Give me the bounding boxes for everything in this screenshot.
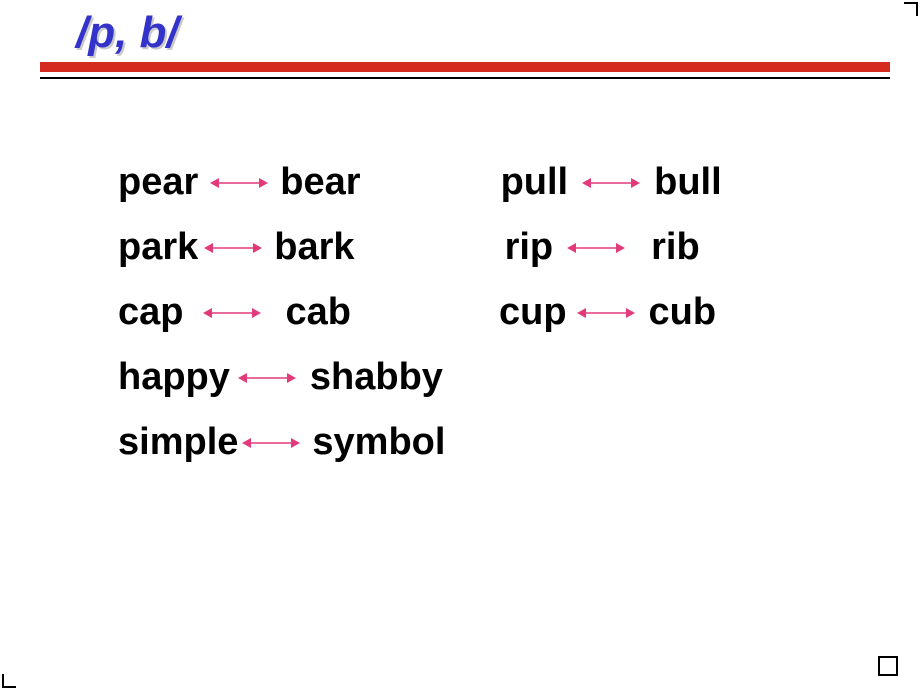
word-left: rip — [505, 226, 554, 269]
word-left: cap — [118, 291, 183, 334]
double-arrow-icon — [582, 175, 640, 191]
corner-marker-bottom-left — [2, 670, 20, 688]
slide-title: /p, b/ — [76, 8, 179, 58]
word-right: shabby — [310, 356, 443, 399]
word-left: park — [118, 226, 198, 269]
word-left: pull — [501, 161, 569, 204]
double-arrow-icon — [203, 305, 261, 321]
word-right: rib — [651, 226, 700, 269]
word-pair-row: happy shabby — [118, 345, 878, 410]
double-arrow-icon — [577, 305, 635, 321]
word-right: bark — [274, 226, 354, 269]
word-left: pear — [118, 161, 198, 204]
double-arrow-icon — [210, 175, 268, 191]
word-pair-row: simple symbol — [118, 410, 878, 475]
word-left: cup — [499, 291, 567, 334]
word-right: cub — [649, 291, 717, 334]
word-left: happy — [118, 356, 230, 399]
double-arrow-icon — [242, 435, 300, 451]
corner-marker-top-right — [900, 2, 918, 20]
word-pairs-content: pear bear pull bull park bark rip rib cap ca… — [118, 150, 878, 475]
double-arrow-icon — [567, 240, 625, 256]
word-pair-row: pear bear pull bull — [118, 150, 878, 215]
word-left: simple — [118, 421, 238, 464]
title-underline-thick — [40, 62, 890, 72]
word-right: bull — [654, 161, 722, 204]
word-pair-row: cap cab cup cub — [118, 280, 878, 345]
square-marker-bottom-right — [878, 656, 898, 676]
word-right: cab — [285, 291, 350, 334]
word-pair-row: park bark rip rib — [118, 215, 878, 280]
word-right: bear — [280, 161, 360, 204]
word-right: symbol — [312, 421, 445, 464]
title-underline-thin — [40, 77, 890, 79]
double-arrow-icon — [238, 370, 296, 386]
double-arrow-icon — [204, 240, 262, 256]
